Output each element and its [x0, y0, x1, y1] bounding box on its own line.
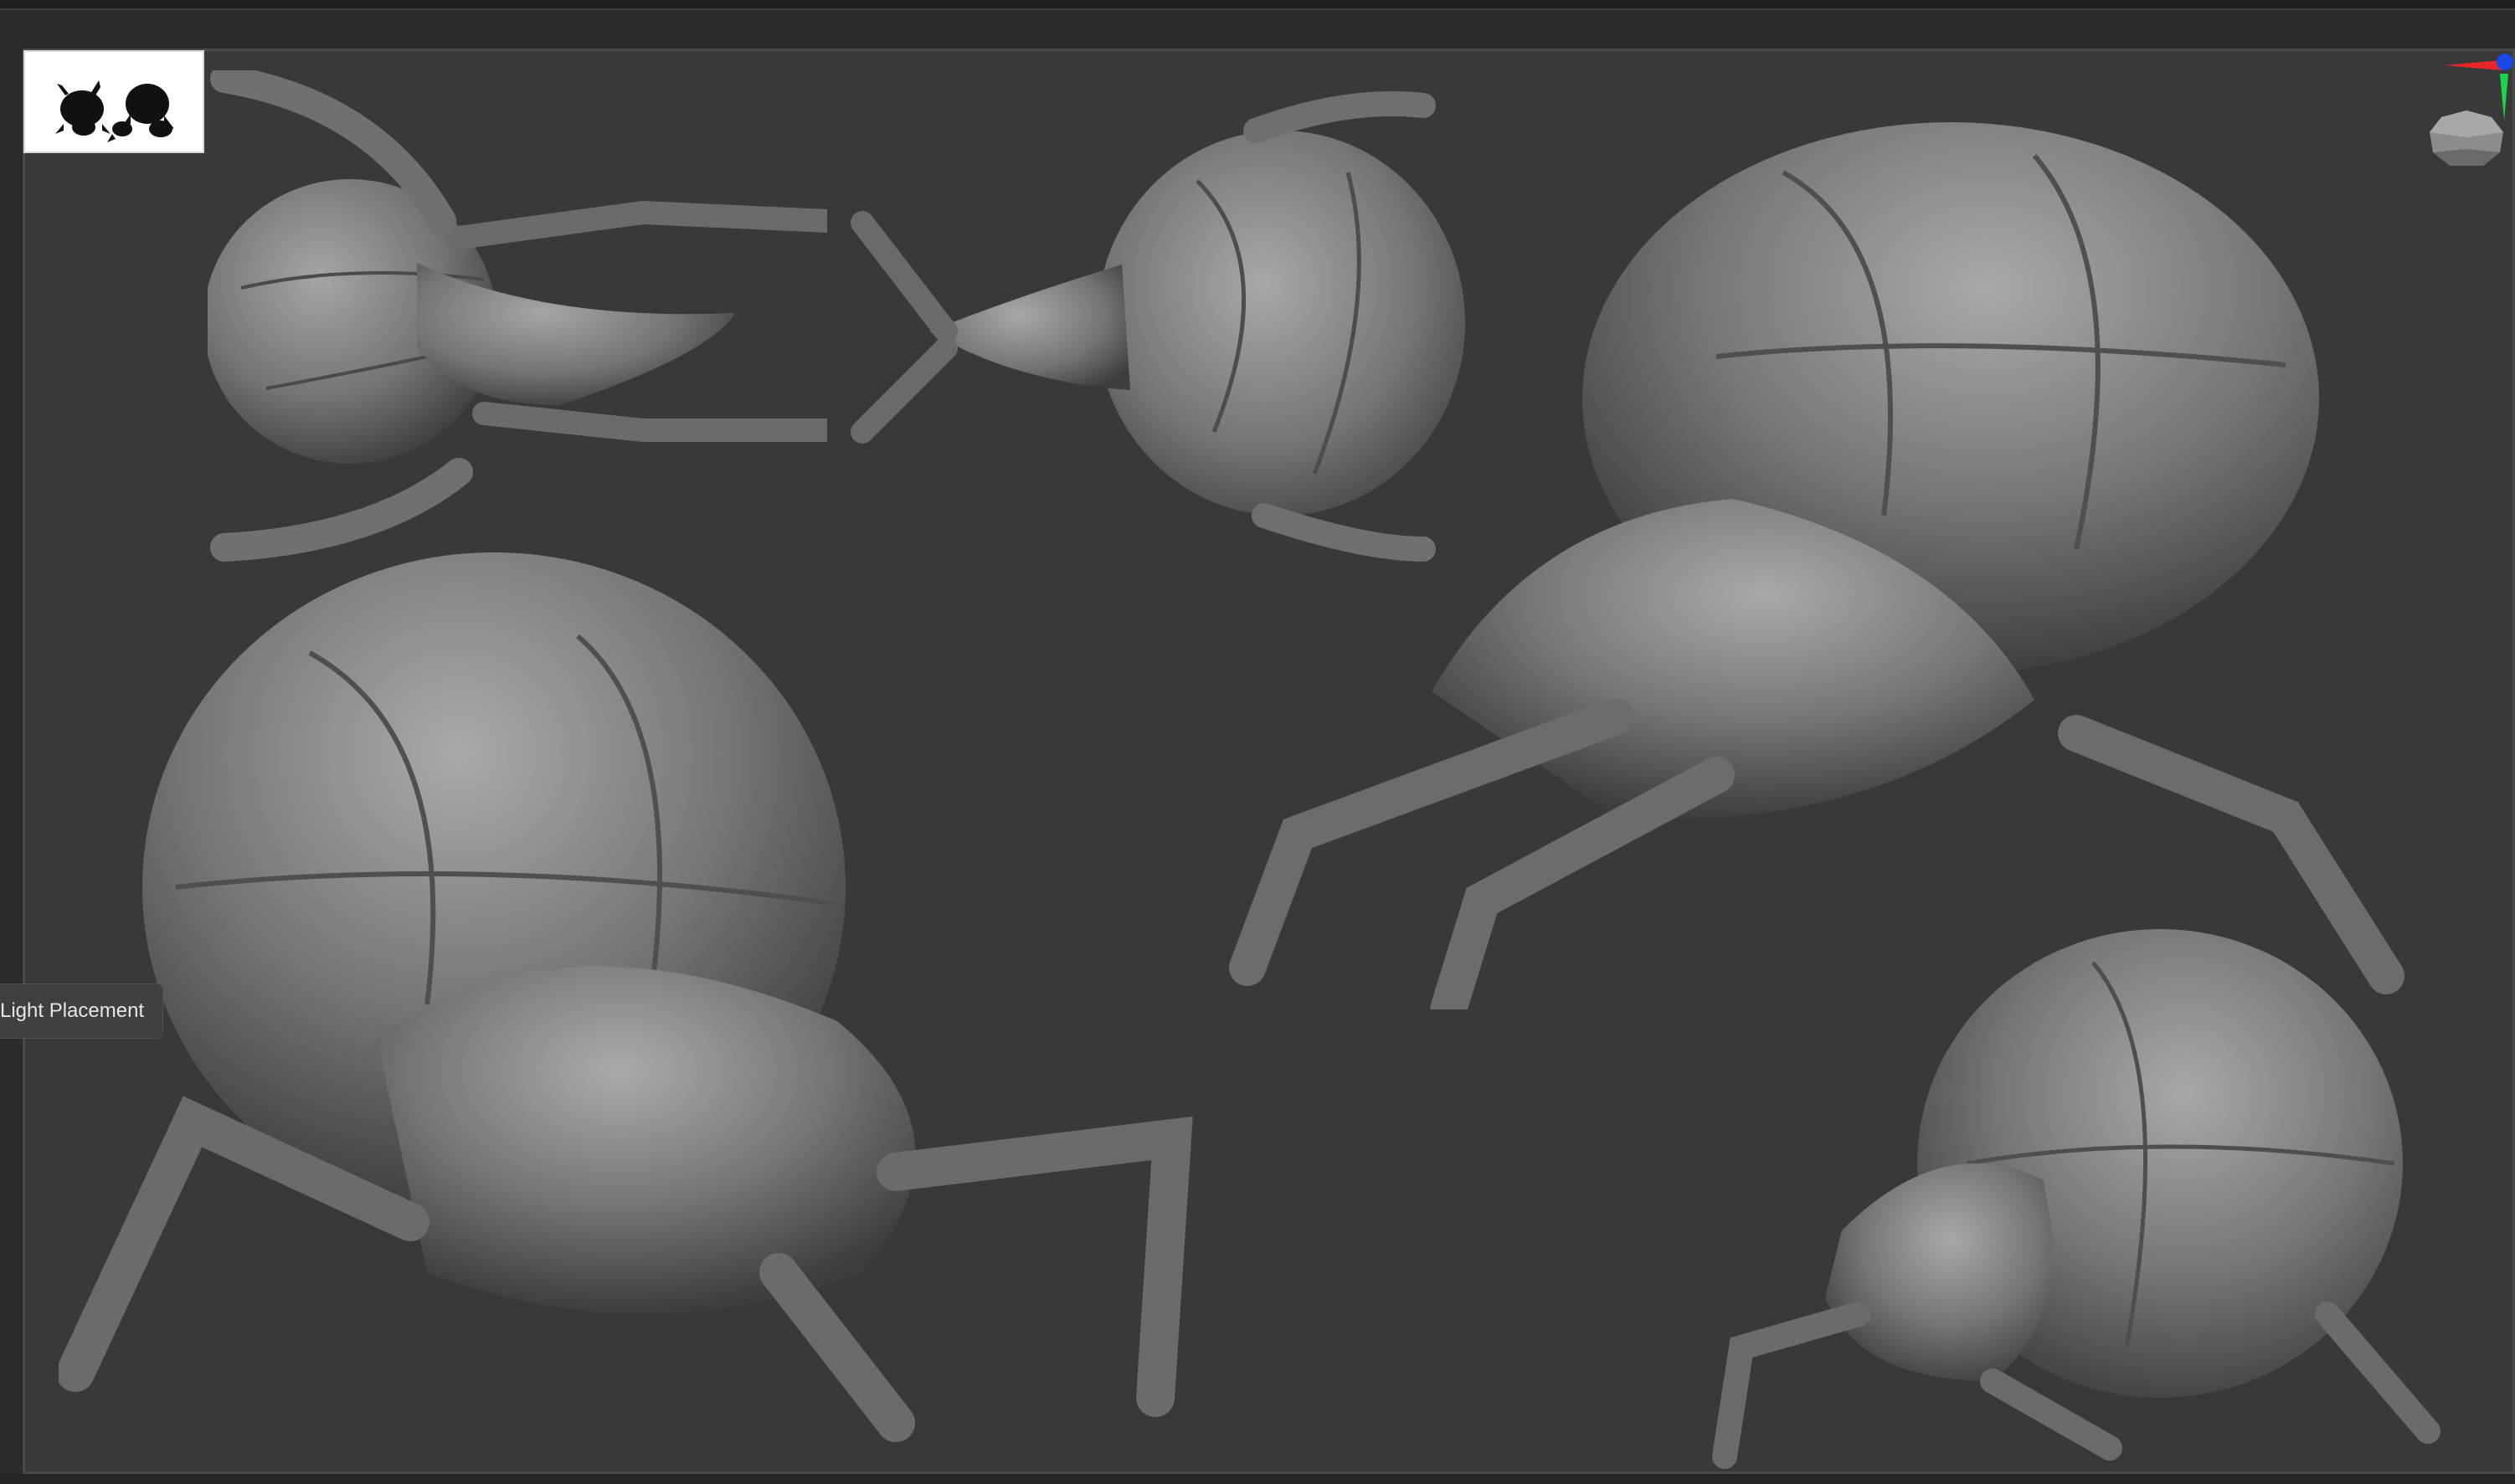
- light-placement-tooltip: Light Placement: [0, 983, 164, 1039]
- tooltip-label: Light Placement: [0, 999, 145, 1022]
- top-edge: [0, 0, 2515, 10]
- creature-top-view: [208, 70, 827, 564]
- creature-silhouette-icon: [55, 80, 174, 142]
- axis-gizmo-icon: [2430, 54, 2513, 166]
- sculpted-creature-icon: [59, 552, 1193, 1442]
- sculpted-creature-icon: [1229, 122, 2404, 1009]
- creature-three-quarter-side: [1197, 80, 2428, 1009]
- creature-rear-side-view: [1691, 912, 2445, 1473]
- sculpted-creature-icon: [208, 70, 827, 562]
- navigation-thumbnail[interactable]: [23, 50, 204, 153]
- axis-gizmo[interactable]: [2428, 49, 2515, 182]
- creature-three-quarter-front: [59, 536, 1214, 1456]
- bottom-edge: [0, 1474, 2515, 1484]
- sculpted-creature-icon: [1712, 929, 2440, 1469]
